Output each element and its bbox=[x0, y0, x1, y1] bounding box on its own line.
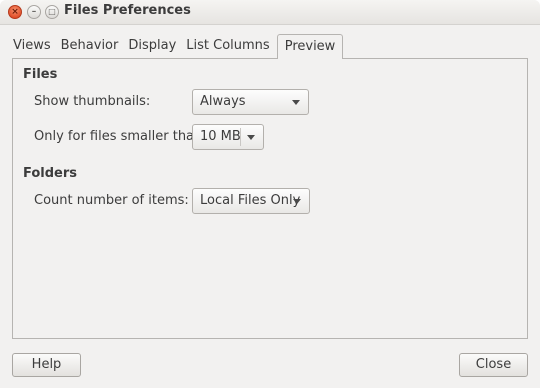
window-close-icon[interactable]: × bbox=[8, 5, 22, 19]
preferences-window: × – □ Files Preferences Views Behavior D… bbox=[0, 0, 540, 388]
tab-views[interactable]: Views bbox=[8, 34, 56, 57]
show-thumbnails-value: Always bbox=[200, 94, 246, 109]
help-button[interactable]: Help bbox=[12, 353, 81, 377]
tab-preview[interactable]: Preview bbox=[276, 34, 344, 59]
count-items-value: Local Files Only bbox=[200, 193, 301, 208]
chevron-down-icon bbox=[293, 199, 301, 204]
window-maximize-icon[interactable]: □ bbox=[45, 5, 59, 19]
tab-strip: Views Behavior Display List Columns Prev… bbox=[8, 34, 344, 59]
files-section-heading: Files bbox=[23, 67, 58, 82]
tab-display[interactable]: Display bbox=[123, 34, 181, 57]
chevron-down-icon bbox=[247, 135, 255, 140]
close-button[interactable]: Close bbox=[459, 353, 528, 377]
count-items-label: Count number of items: bbox=[34, 193, 189, 208]
tab-list-columns[interactable]: List Columns bbox=[181, 34, 274, 57]
dropdown-separator bbox=[240, 128, 241, 146]
tab-behavior[interactable]: Behavior bbox=[56, 34, 124, 57]
show-thumbnails-dropdown[interactable]: Always bbox=[192, 89, 309, 115]
size-limit-dropdown[interactable]: 10 MB bbox=[192, 124, 264, 150]
size-limit-label: Only for files smaller than: bbox=[34, 129, 207, 144]
show-thumbnails-label: Show thumbnails: bbox=[34, 94, 151, 109]
chevron-down-icon bbox=[292, 100, 300, 105]
window-title: Files Preferences bbox=[64, 3, 191, 18]
folders-section-heading: Folders bbox=[23, 166, 78, 181]
window-minimize-icon[interactable]: – bbox=[27, 5, 41, 19]
title-bar[interactable]: × – □ Files Preferences bbox=[0, 0, 540, 25]
size-limit-value: 10 MB bbox=[200, 129, 241, 144]
count-items-dropdown[interactable]: Local Files Only bbox=[192, 188, 310, 214]
